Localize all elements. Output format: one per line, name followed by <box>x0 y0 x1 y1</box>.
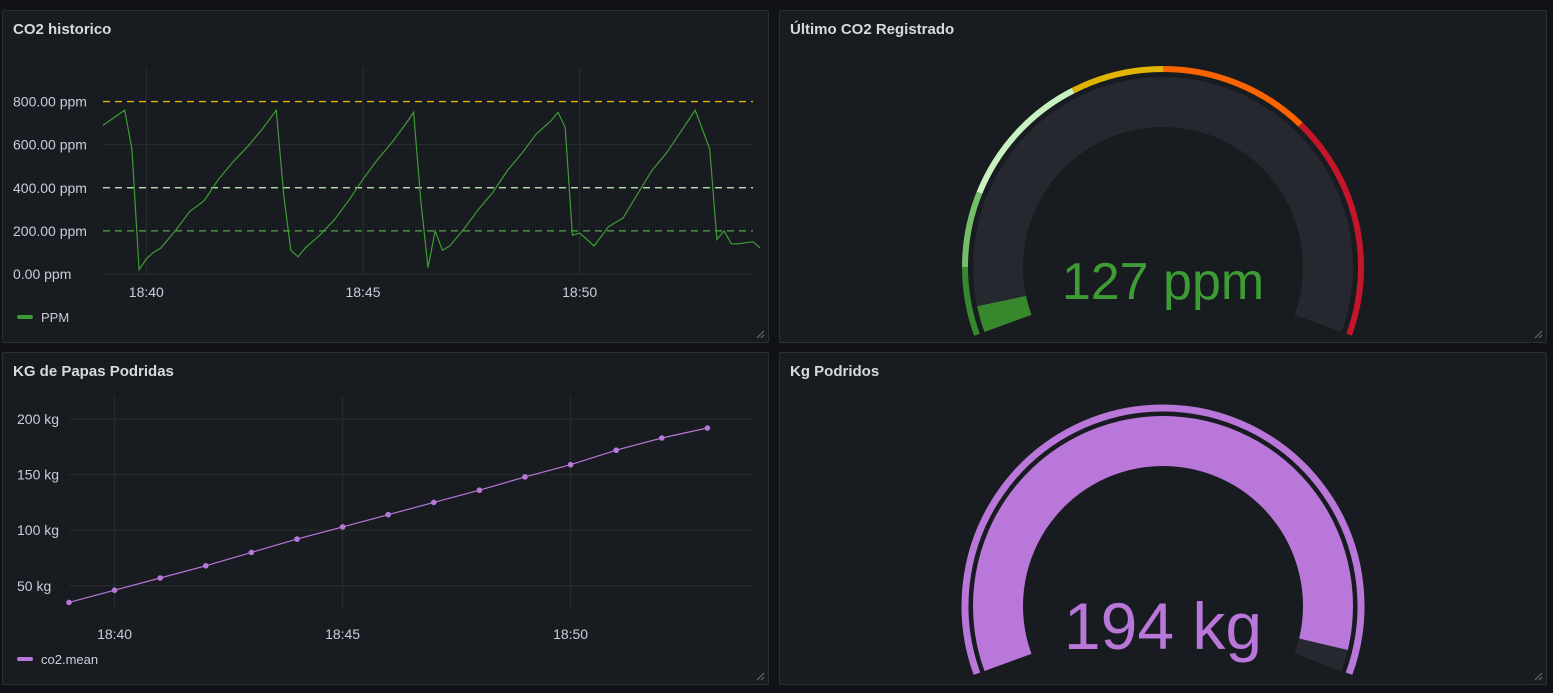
data-point[interactable] <box>567 461 574 468</box>
data-point[interactable] <box>613 447 619 454</box>
y-tick-label: 200.00 ppm <box>13 223 87 239</box>
x-tick-label: 18:45 <box>345 284 380 300</box>
co2-history-chart[interactable]: 0.00 ppm 200.00 ppm 400.00 ppm 600.00 ppm 80… <box>3 11 768 342</box>
panel-co2-historico[interactable]: CO2 historico 0.00 ppm 200.00 ppm 400.00 p… <box>2 10 769 343</box>
data-point[interactable] <box>385 511 392 518</box>
resize-handle-icon[interactable] <box>1533 671 1543 681</box>
co2-gauge-value: 127 ppm <box>1062 253 1264 311</box>
kg-gauge-value: 194 kg <box>1064 589 1262 663</box>
co2-series-line <box>102 108 761 272</box>
kg-history-chart[interactable]: 50 kg100 kg150 kg200 kg 18:40 18:45 18:50 … <box>3 353 768 684</box>
data-point[interactable] <box>294 536 300 542</box>
data-point[interactable] <box>111 587 118 594</box>
data-point[interactable] <box>431 499 437 506</box>
legend-swatch-ppm <box>17 315 33 319</box>
data-point[interactable] <box>157 575 163 581</box>
x-tick-label: 18:40 <box>129 284 164 300</box>
y-tick-label: 100 kg <box>17 522 59 538</box>
y-tick-label: 150 kg <box>17 467 59 483</box>
panel-ultimo-co2[interactable]: Último CO2 Registrado 127 ppm <box>779 10 1547 343</box>
data-point[interactable] <box>659 435 665 441</box>
data-point[interactable] <box>704 425 711 431</box>
legend[interactable]: co2.mean <box>17 652 98 667</box>
data-point[interactable] <box>203 562 209 569</box>
data-point[interactable] <box>248 549 255 556</box>
co2-gauge: 127 ppm <box>962 66 1364 336</box>
x-tick-label: 18:40 <box>97 626 132 642</box>
data-point[interactable] <box>476 487 483 494</box>
y-tick-label: 200 kg <box>17 411 59 427</box>
x-tick-label: 18:45 <box>325 626 360 642</box>
legend-label-ppm[interactable]: PPM <box>41 310 69 325</box>
data-point[interactable] <box>522 474 528 480</box>
y-tick-label: 800.00 ppm <box>13 94 87 110</box>
y-tick-label: 600.00 ppm <box>13 137 87 153</box>
y-tick-label: 400.00 ppm <box>13 180 87 196</box>
legend-swatch-co2-mean <box>17 657 33 661</box>
y-tick-label: 50 kg <box>17 578 51 594</box>
resize-handle-icon[interactable] <box>1533 329 1543 339</box>
x-tick-label: 18:50 <box>553 626 588 642</box>
legend[interactable]: PPM <box>17 310 69 325</box>
resize-handle-icon[interactable] <box>755 329 765 339</box>
kg-gauge: 194 kg <box>961 404 1365 675</box>
data-point[interactable] <box>66 599 72 606</box>
panel-kg-podridos[interactable]: Kg Podridos 194 kg <box>779 352 1547 685</box>
legend-label-co2-mean[interactable]: co2.mean <box>41 652 98 667</box>
x-tick-label: 18:50 <box>562 284 597 300</box>
data-point[interactable] <box>339 524 346 530</box>
y-tick-label: 0.00 ppm <box>13 266 71 282</box>
resize-handle-icon[interactable] <box>755 671 765 681</box>
panel-kg-papas-podridas[interactable]: KG de Papas Podridas 50 kg 100 kg 150 kg 20… <box>2 352 769 685</box>
